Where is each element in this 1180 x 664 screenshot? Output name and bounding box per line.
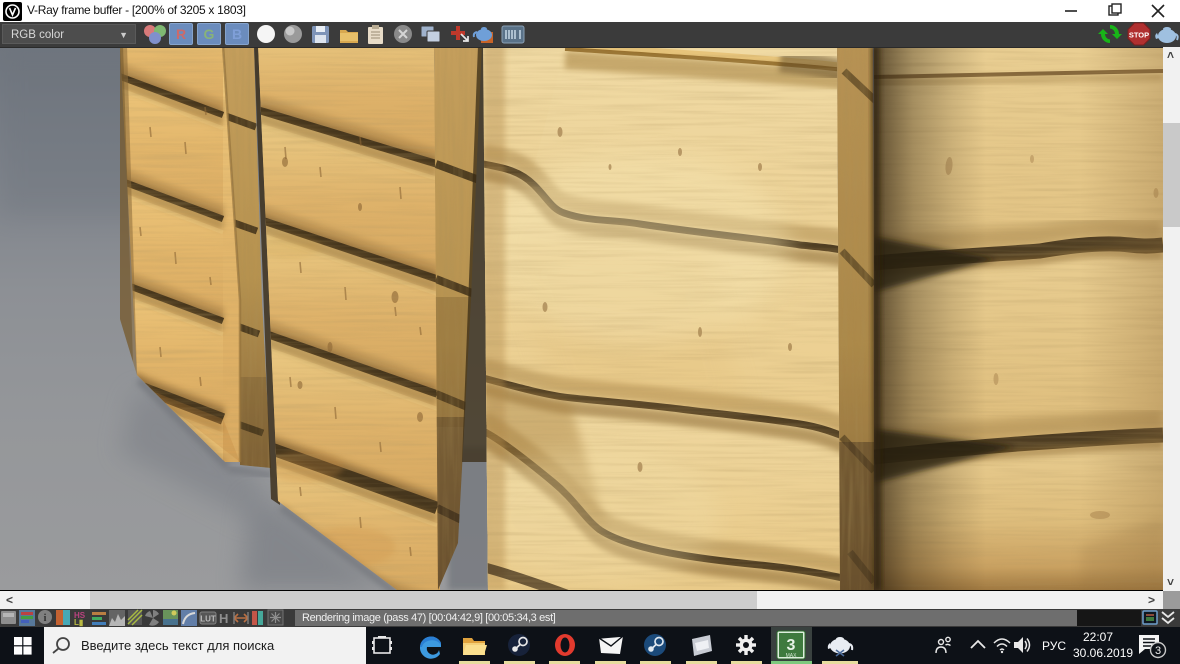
- svg-text:3: 3: [1155, 645, 1161, 657]
- svg-text:MAX: MAX: [786, 653, 798, 659]
- svg-text:3: 3: [787, 637, 796, 654]
- svg-text:i: i: [44, 613, 47, 624]
- svg-text:STOP: STOP: [1129, 31, 1149, 40]
- svg-text:LUT: LUT: [200, 615, 216, 624]
- svg-text:H: H: [219, 611, 228, 626]
- svg-text:L▮: L▮: [74, 618, 83, 627]
